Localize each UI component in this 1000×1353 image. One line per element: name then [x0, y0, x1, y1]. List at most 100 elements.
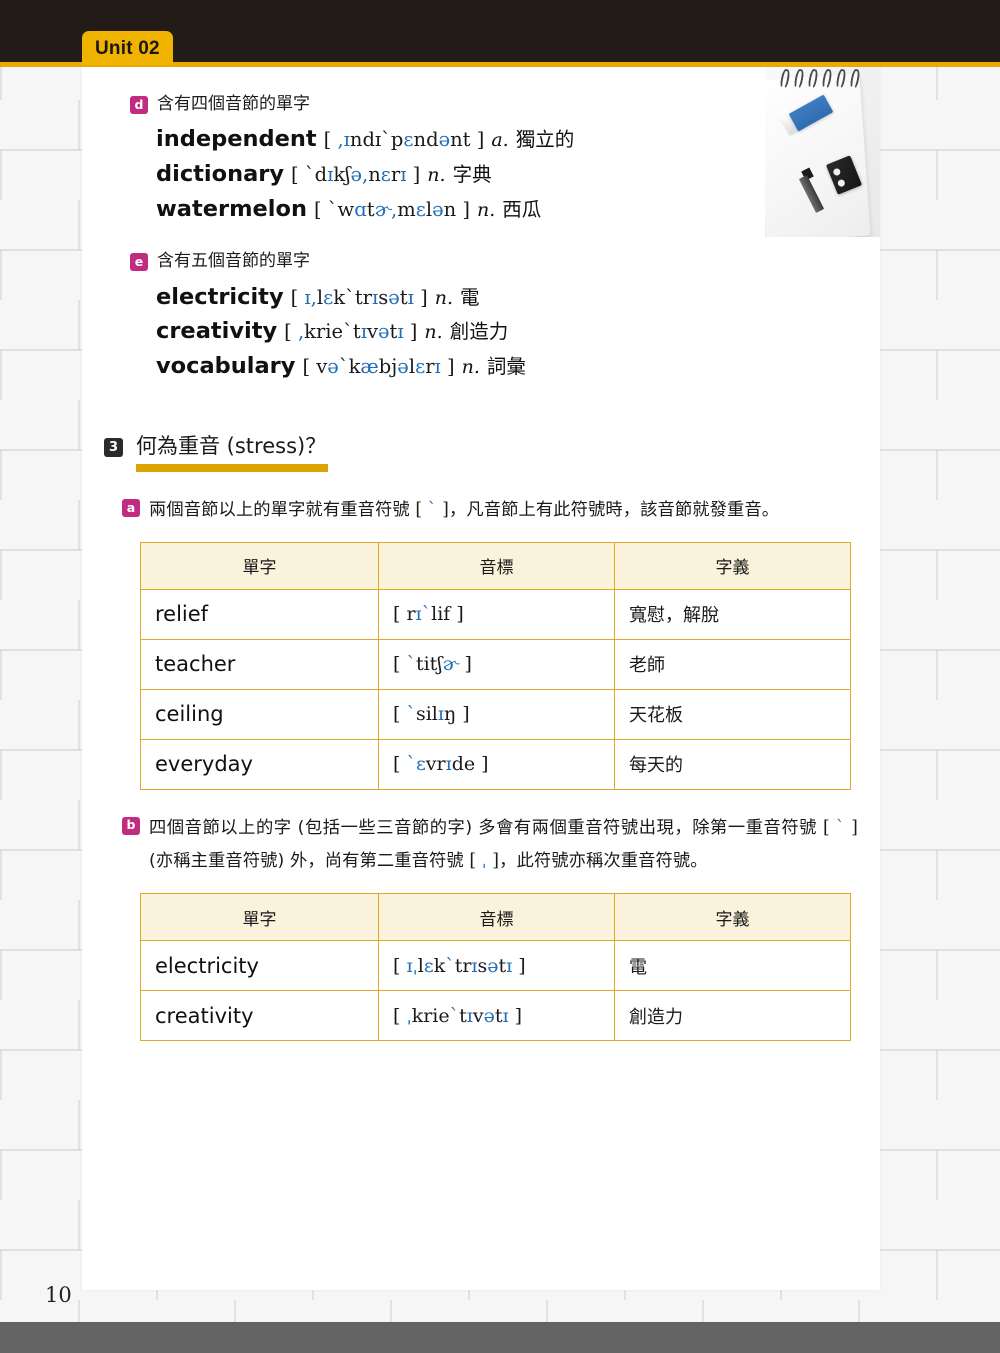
- group-heading: d 含有四個音節的單字: [130, 91, 858, 117]
- table-column-header: 字義: [614, 893, 851, 942]
- group-heading-text: 含有五個音節的單字: [157, 251, 310, 272]
- cell-word: ceiling: [140, 688, 379, 740]
- paragraph-badge: b: [122, 816, 140, 835]
- phonetic-transcription: [ ɪ,lɛkˋtrɪsətɪ ]: [290, 285, 428, 309]
- cell-phonetic: [ ɪˌlɛkˋtrɪsətɪ ]: [378, 940, 615, 992]
- table-column-header: 單字: [140, 541, 379, 590]
- word-text: vocabulary: [156, 352, 296, 379]
- cell-meaning: 寬慰，解脫: [614, 588, 851, 640]
- syllable-groups: d 含有四個音節的單字 independent [ ,ɪndɪˋpɛndənt ] …: [94, 91, 858, 384]
- section-title: 何為重音 (stress)？: [136, 433, 327, 458]
- group-heading: e 含有五個音節的單字: [130, 248, 858, 274]
- word-text: electricity: [156, 283, 284, 310]
- word-entry: independent [ ,ɪndɪˋpɛndənt ] a. 獨立的: [156, 122, 858, 157]
- cell-meaning: 創造力: [614, 990, 851, 1042]
- table-column-header: 音標: [378, 893, 615, 942]
- group-heading-text: 含有四個音節的單字: [157, 94, 310, 114]
- word-entry: dictionary [ ˋdɪkʃə,nɛrɪ ] n. 字典: [156, 157, 858, 192]
- phonetic-transcription: [ ˋtitʃɚ ]: [393, 653, 472, 676]
- bracket: [: [469, 851, 482, 872]
- word-meaning: 獨立的: [515, 128, 575, 152]
- page-sheet: d 含有四個音節的單字 independent [ ,ɪndɪˋpɛndənt ] …: [82, 67, 880, 1290]
- group-badge: d: [130, 96, 148, 114]
- table-row: ceiling [ ˋsilɪŋ ] 天花板: [140, 688, 851, 740]
- cell-word: creativity: [140, 990, 379, 1042]
- cell-word: electricity: [140, 940, 379, 992]
- table-row: teacher [ ˋtitʃɚ ] 老師: [140, 638, 851, 690]
- cell-meaning: 每天的: [614, 738, 851, 790]
- vocabulary-table: 單字 音標 字義 relief[ rɪˋlif ] 寬慰，解脫 teacher[ ˋtit…: [140, 541, 851, 790]
- table-row: creativity [ ˌkrieˋtɪvətɪ ] 創造力: [140, 990, 851, 1042]
- table-header-row: 單字 音標 字義: [140, 541, 851, 590]
- cell-phonetic: [ ˋtitʃɚ ]: [378, 638, 615, 690]
- cell-meaning: 老師: [614, 638, 851, 690]
- bracket: [: [823, 817, 836, 838]
- phonetic-transcription: [ ˋwɑtɚ,mɛlən ]: [313, 197, 471, 221]
- cell-word: everyday: [140, 738, 379, 790]
- part-of-speech: n.: [477, 198, 496, 221]
- stress-mark: ˋ: [835, 817, 846, 838]
- paragraph-text: 四個音節以上的字 (包括一些三音節的字) 多會有兩個重音符號出現，除第一重音符號…: [149, 817, 858, 872]
- table-column-header: 音標: [378, 541, 615, 590]
- word-meaning: 電: [459, 285, 480, 309]
- cell-meaning: 電: [614, 940, 851, 992]
- vocabulary-table: 單字 音標 字義 electricity[ ɪˌlɛkˋtrɪsətɪ ] 電 creat…: [140, 893, 851, 1042]
- phonetic-transcription: [ ˋsilɪŋ ]: [393, 703, 470, 726]
- phonetic-transcription: [ rɪˋlif ]: [393, 603, 464, 626]
- phonetic-transcription: [ ,krieˋtɪvətɪ ]: [284, 320, 418, 344]
- cell-word: teacher: [140, 638, 379, 690]
- word-entry: electricity [ ɪ,lɛkˋtrɪsətɪ ] n. 電: [156, 280, 858, 315]
- word-text: creativity: [156, 318, 278, 345]
- word-list: electricity [ ɪ,lɛkˋtrɪsətɪ ] n. 電 creati…: [156, 280, 858, 384]
- bracket: ]: [845, 817, 858, 838]
- part-of-speech: n.: [427, 164, 446, 186]
- unit-tab-label: Unit 02: [95, 37, 160, 59]
- page-number: 10: [45, 1283, 72, 1307]
- stress-mark: ˋ: [427, 499, 437, 520]
- section-body: a 兩個音節以上的單字就有重音符號 [ ˋ ]，凡音節上有此符號時，該音節就發重音…: [94, 494, 858, 1042]
- phonetic-transcription: [ ,ɪndɪˋpɛndənt ]: [323, 128, 485, 152]
- paragraph-badge: a: [122, 498, 140, 517]
- word-text: watermelon: [156, 195, 307, 222]
- bracket: [: [415, 499, 428, 520]
- page-content: d 含有四個音節的單字 independent [ ,ɪndɪˋpɛndənt ] …: [82, 67, 880, 1042]
- phonetic-transcription: [ ˌkrieˋtɪvətɪ ]: [393, 1004, 522, 1027]
- section-underline: [136, 463, 328, 472]
- lettered-paragraph: b 四個音節以上的字 (包括一些三音節的字) 多會有兩個重音符號出現，除第一重音符…: [122, 812, 858, 879]
- cell-meaning: 天花板: [614, 688, 851, 740]
- table-row: electricity [ ɪˌlɛkˋtrɪsətɪ ] 電: [140, 940, 851, 992]
- table-row: relief [ rɪˋlif ] 寬慰，解脫: [140, 588, 851, 640]
- table-header-row: 單字 音標 字義: [140, 893, 851, 942]
- table-row: everyday [ ˋɛvrɪde ] 每天的: [140, 738, 851, 790]
- phonetic-transcription: [ ˋɛvrɪde ]: [393, 753, 489, 776]
- bottom-band: [0, 1322, 1000, 1353]
- cell-phonetic: [ ˌkrieˋtɪvətɪ ]: [378, 990, 615, 1042]
- part-of-speech: a.: [491, 129, 509, 152]
- part-of-speech: n.: [461, 355, 480, 378]
- paragraph-text: 兩個音節以上的單字就有重音符號 [ ˋ ]，凡音節上有此符號時，該音節就發重音。: [149, 499, 780, 520]
- word-entry: creativity [ ,krieˋtɪvətɪ ] n. 創造力: [156, 314, 858, 349]
- phonetic-transcription: [ ˋdɪkʃə,nɛrɪ ]: [291, 163, 421, 186]
- word-meaning: 字典: [452, 163, 492, 186]
- table-column-header: 字義: [614, 541, 851, 590]
- group-badge: e: [130, 253, 148, 272]
- section-number-badge: 3: [104, 437, 123, 457]
- word-entry: vocabulary [ vəˋkæbjəlɛrɪ ] n. 詞彙: [156, 349, 858, 384]
- lettered-paragraph: a 兩個音節以上的單字就有重音符號 [ ˋ ]，凡音節上有此符號時，該音節就發重音…: [122, 494, 858, 528]
- word-meaning: 詞彙: [486, 354, 526, 378]
- cell-word: relief: [140, 588, 379, 640]
- table-column-header: 單字: [140, 893, 379, 942]
- part-of-speech: n.: [424, 321, 443, 344]
- word-text: dictionary: [156, 161, 285, 187]
- word-text: independent: [156, 126, 317, 153]
- cell-phonetic: [ ˋɛvrɪde ]: [378, 738, 615, 790]
- phonetic-transcription: [ ɪˌlɛkˋtrɪsətɪ ]: [393, 954, 526, 977]
- word-meaning: 創造力: [449, 320, 509, 344]
- cell-phonetic: [ ˋsilɪŋ ]: [378, 688, 615, 740]
- part-of-speech: n.: [434, 286, 453, 309]
- word-entry: watermelon [ ˋwɑtɚ,mɛlən ] n. 西瓜: [156, 192, 858, 227]
- bracket: ]: [436, 499, 449, 520]
- bracket: ]: [486, 851, 500, 872]
- section-heading: 3 何為重音 (stress)？: [104, 432, 858, 472]
- word-meaning: 西瓜: [502, 197, 542, 221]
